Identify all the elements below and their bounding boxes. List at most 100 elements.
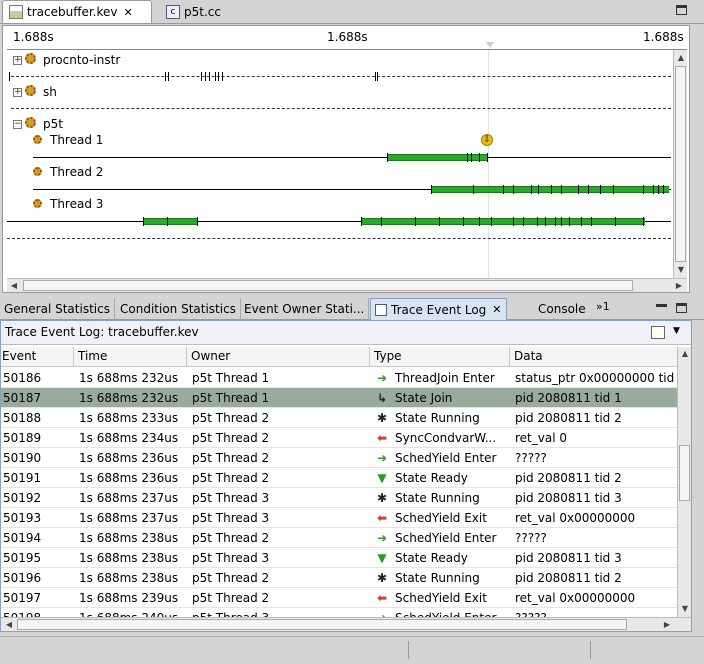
scroll-left-icon[interactable]: ◀ bbox=[3, 619, 15, 631]
cell-time: 1s 688ms 237us bbox=[79, 491, 179, 505]
type-label: State Running bbox=[395, 491, 480, 505]
view-tab-strip: General Statistics Condition Statistics … bbox=[0, 298, 704, 320]
table-row[interactable]: 50192 1s 688ms 237us p5t Thread 3 ✱ State Ru… bbox=[1, 488, 677, 508]
event-tick bbox=[205, 72, 206, 81]
log-hscrollbar[interactable]: ◀ ▶ bbox=[1, 617, 691, 631]
cpp-file-icon: c bbox=[166, 4, 180, 19]
kev-file-icon bbox=[9, 5, 23, 19]
tab-label: Event Owner Stati... bbox=[244, 302, 365, 316]
maximize-icon[interactable] bbox=[676, 303, 687, 313]
event-tick bbox=[537, 217, 538, 226]
cell-data: pid 2080811 tid 2 bbox=[515, 571, 622, 585]
event-tick bbox=[591, 217, 592, 226]
log-vscrollbar[interactable]: ▲ ▼ bbox=[677, 347, 691, 617]
cell-type: ➜ ThreadJoin Enter bbox=[370, 368, 510, 388]
event-tick bbox=[487, 153, 488, 162]
minimize-icon[interactable] bbox=[656, 304, 667, 307]
cell-time: 1s 688ms 232us bbox=[79, 391, 179, 405]
log-table-body: 50186 1s 688ms 232us p5t Thread 1 ➜ ThreadJo… bbox=[1, 368, 677, 618]
cell-time: 1s 688ms 236us bbox=[79, 471, 179, 485]
cell-event: 50194 bbox=[3, 531, 42, 545]
close-icon[interactable]: ✕ bbox=[124, 6, 133, 19]
event-tick bbox=[197, 217, 198, 226]
type-label: State Ready bbox=[395, 471, 468, 485]
cell-owner: p5t Thread 2 bbox=[192, 431, 270, 445]
table-row[interactable]: 50187 1s 688ms 232us p5t Thread 1 ↳ State Jo… bbox=[1, 388, 677, 408]
column-header-time[interactable]: Time bbox=[74, 347, 187, 367]
column-header-data[interactable]: Data bbox=[510, 347, 677, 367]
event-tick bbox=[561, 185, 562, 194]
view-menu-icon[interactable] bbox=[651, 326, 665, 339]
table-row[interactable]: 50194 1s 688ms 238us p5t Thread 2 ➜ SchedYie… bbox=[1, 528, 677, 548]
cell-event: 50187 bbox=[3, 391, 42, 405]
column-header-event[interactable]: Event bbox=[1, 347, 74, 367]
log-icon bbox=[375, 303, 387, 316]
cell-data: status_ptr 0x00000000 tid bbox=[515, 371, 675, 385]
scroll-right-icon[interactable]: ▶ bbox=[673, 280, 685, 292]
cell-data: ret_val 0 bbox=[515, 431, 567, 445]
tab-console[interactable]: Console bbox=[534, 298, 590, 320]
timeline-hscrollbar[interactable]: ◀ ▶ bbox=[7, 278, 687, 292]
cell-type: ➜ SchedYield Enter bbox=[370, 448, 510, 468]
type-label: SchedYield Enter bbox=[395, 451, 497, 465]
scroll-thumb[interactable] bbox=[679, 445, 690, 501]
scroll-down-icon[interactable]: ▼ bbox=[679, 603, 691, 615]
scroll-right-icon[interactable]: ▶ bbox=[661, 619, 673, 631]
type-label: SchedYield Enter bbox=[395, 531, 497, 545]
cell-type: ✱ State Running bbox=[370, 568, 510, 588]
event-tick bbox=[613, 185, 614, 194]
event-tick bbox=[531, 185, 532, 194]
cell-owner: p5t Thread 2 bbox=[192, 591, 270, 605]
cursor-marker bbox=[486, 42, 494, 48]
table-row[interactable]: 50197 1s 688ms 239us p5t Thread 2 ⬅ SchedYie… bbox=[1, 588, 677, 608]
event-tick bbox=[503, 185, 504, 194]
scroll-thumb[interactable] bbox=[17, 619, 627, 630]
table-row[interactable]: 50190 1s 688ms 236us p5t Thread 2 ➜ SchedYie… bbox=[1, 448, 677, 468]
tab-condition-statistics[interactable]: Condition Statistics bbox=[116, 298, 241, 320]
scroll-up-icon[interactable]: ▲ bbox=[679, 348, 691, 360]
tab-event-owner-statistics[interactable]: Event Owner Stati... bbox=[240, 298, 370, 320]
event-tick bbox=[471, 153, 472, 162]
scroll-left-icon[interactable]: ◀ bbox=[8, 280, 20, 292]
process-icon bbox=[25, 53, 36, 64]
table-row[interactable]: 50186 1s 688ms 232us p5t Thread 1 ➜ ThreadJo… bbox=[1, 368, 677, 388]
scroll-thumb[interactable] bbox=[675, 66, 686, 262]
type-label: ThreadJoin Enter bbox=[395, 371, 495, 385]
scroll-down-icon[interactable]: ▼ bbox=[675, 264, 687, 276]
collapse-icon[interactable]: − bbox=[13, 120, 22, 129]
close-icon[interactable]: ✕ bbox=[492, 303, 501, 316]
chevron-down-icon[interactable]: ▼ bbox=[673, 326, 680, 336]
scroll-thumb[interactable] bbox=[23, 280, 633, 291]
scroll-up-icon[interactable]: ▲ bbox=[675, 52, 687, 64]
tab-general-statistics[interactable]: General Statistics bbox=[0, 298, 115, 320]
editor-tab-p5t[interactable]: c p5t.cc bbox=[160, 0, 250, 23]
thread-activity-bar bbox=[143, 218, 198, 225]
expand-icon[interactable]: + bbox=[13, 88, 22, 97]
table-row[interactable]: 50191 1s 688ms 236us p5t Thread 2 ▼ State Re… bbox=[1, 468, 677, 488]
maximize-icon[interactable] bbox=[676, 5, 687, 15]
cell-time: 1s 688ms 233us bbox=[79, 411, 179, 425]
table-row[interactable]: 50196 1s 688ms 238us p5t Thread 2 ✱ State Ru… bbox=[1, 568, 677, 588]
run-icon: ✱ bbox=[376, 571, 388, 585]
column-header-type[interactable]: Type bbox=[370, 347, 510, 367]
event-tick bbox=[643, 217, 644, 226]
cell-type: ✱ State Running bbox=[370, 408, 510, 428]
timeline-bottom-divider bbox=[7, 238, 671, 239]
column-header-owner[interactable]: Owner bbox=[187, 347, 370, 367]
table-row[interactable]: 50189 1s 688ms 234us p5t Thread 2 ⬅ SyncCond… bbox=[1, 428, 677, 448]
table-row[interactable]: 50195 1s 688ms 238us p5t Thread 3 ▼ State Re… bbox=[1, 548, 677, 568]
editor-tab-strip: tracebuffer.kev ✕ c p5t.cc bbox=[0, 0, 704, 24]
event-tick bbox=[415, 217, 416, 226]
tab-overflow[interactable]: »1 bbox=[596, 300, 610, 313]
editor-tab-tracebuffer[interactable]: tracebuffer.kev ✕ bbox=[2, 0, 152, 23]
event-tick bbox=[463, 217, 464, 226]
timeline-vscrollbar[interactable]: ▲ ▼ bbox=[673, 50, 687, 278]
table-row[interactable]: 50193 1s 688ms 237us p5t Thread 3 ⬅ SchedYie… bbox=[1, 508, 677, 528]
thread-label: Thread 2 bbox=[50, 165, 104, 179]
event-tick bbox=[375, 72, 376, 81]
expand-icon[interactable]: + bbox=[13, 56, 22, 65]
table-row[interactable]: 50188 1s 688ms 233us p5t Thread 2 ✱ State Ru… bbox=[1, 408, 677, 428]
cell-event: 50193 bbox=[3, 511, 42, 525]
tab-trace-event-log[interactable]: Trace Event Log ✕ bbox=[370, 298, 507, 320]
event-tick bbox=[215, 72, 216, 81]
